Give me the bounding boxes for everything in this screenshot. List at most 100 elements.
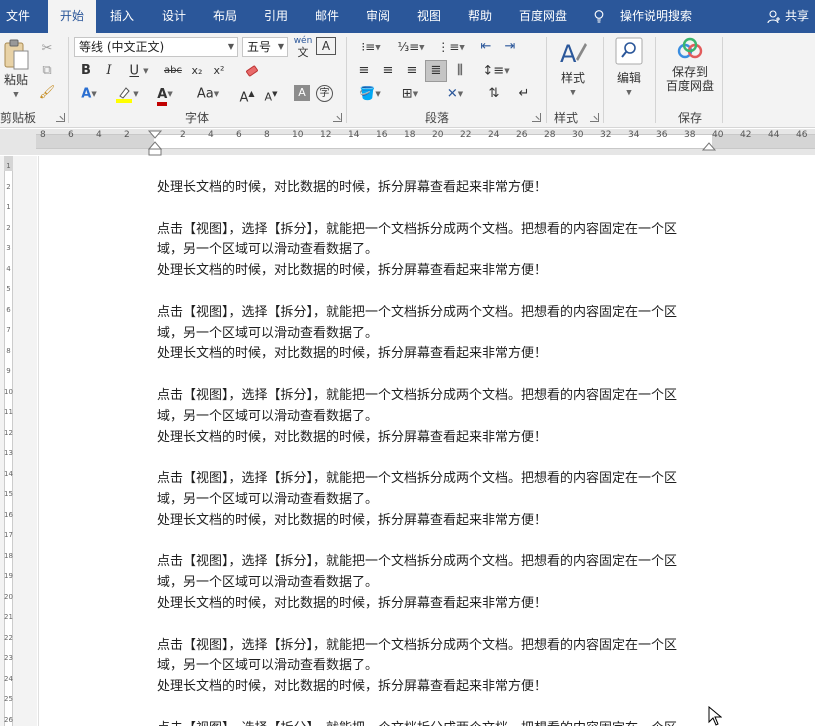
borders-button[interactable]: ⊞▼ bbox=[394, 84, 426, 104]
editing-button-label: 编辑 bbox=[616, 71, 641, 85]
underline-button[interactable]: U ▼ bbox=[124, 61, 154, 81]
tab-baidu-netdisk[interactable]: 百度网盘 bbox=[512, 0, 574, 33]
align-center-button[interactable]: ≡ bbox=[378, 61, 398, 81]
ruler-tick-label: 8 bbox=[264, 130, 270, 140]
group-divider bbox=[68, 37, 69, 123]
text-effects-button[interactable]: A▼ bbox=[76, 84, 102, 104]
grow-font-button[interactable]: A▲ bbox=[238, 84, 256, 105]
first-line-indent-marker[interactable] bbox=[148, 130, 162, 156]
document-line[interactable]: 域，另一个区域可以滑动查看数据了。 bbox=[157, 323, 378, 344]
shrink-font-button[interactable]: A▼ bbox=[262, 84, 280, 104]
ruler-tick-label: 8 bbox=[40, 130, 46, 140]
justify-button[interactable]: ≣ bbox=[425, 60, 447, 82]
styles-gallery-button[interactable]: A 样式 ▼ bbox=[552, 37, 594, 99]
tab-file[interactable]: 文件 bbox=[0, 0, 36, 33]
font-color-button[interactable]: A▼ bbox=[150, 84, 180, 106]
increase-indent-button[interactable]: ⇥ bbox=[500, 37, 520, 57]
document-line[interactable]: 域，另一个区域可以滑动查看数据了。 bbox=[157, 489, 378, 510]
document-line[interactable]: 处理长文档的时候，对比数据的时候，拆分屏幕查看起来非常方便！ bbox=[157, 343, 547, 364]
format-painter-button[interactable]: 🖌 bbox=[38, 83, 56, 103]
chinese-layout-button[interactable]: ✕▼ bbox=[438, 84, 472, 104]
tab-layout[interactable]: 布局 bbox=[203, 0, 247, 33]
numbering-button[interactable]: ⅓≡▼ bbox=[394, 37, 428, 57]
vertical-ruler-tick-label: 19 bbox=[4, 572, 13, 580]
tab-home[interactable]: 开始 bbox=[48, 0, 96, 33]
document-line[interactable]: 点击【视图】，选择【拆分】，就能把一个文档拆分成两个文档。把想看的内容固定在一个… bbox=[157, 219, 677, 240]
document-line[interactable]: 点击【视图】，选择【拆分】，就能把一个文档拆分成两个文档。把想看的内容固定在一个… bbox=[157, 468, 677, 489]
styles-launcher-icon[interactable] bbox=[590, 113, 599, 122]
line-spacing-button[interactable]: ↕≡▼ bbox=[480, 61, 512, 81]
chevron-down-icon: ▼ bbox=[167, 90, 173, 98]
sort-button[interactable]: ⇅ bbox=[484, 84, 504, 104]
document-line[interactable]: 处理长文档的时候，对比数据的时候，拆分屏幕查看起来非常方便！ bbox=[157, 676, 547, 697]
ruler-tick-label: 6 bbox=[68, 130, 74, 140]
paragraph-launcher-icon[interactable] bbox=[532, 113, 541, 122]
vertical-ruler-tick-label: 18 bbox=[4, 551, 13, 560]
tab-insert[interactable]: 插入 bbox=[100, 0, 144, 33]
tab-view[interactable]: 视图 bbox=[407, 0, 451, 33]
document-line[interactable]: 处理长文档的时候，对比数据的时候，拆分屏幕查看起来非常方便！ bbox=[157, 427, 547, 448]
font-name-dropdown[interactable]: 等线 (中文正文) ▼ bbox=[74, 37, 238, 57]
phonetic-guide-button[interactable]: wén 文 bbox=[292, 36, 314, 58]
enclose-characters-button[interactable]: 字 bbox=[316, 85, 333, 102]
tab-help[interactable]: 帮助 bbox=[458, 0, 502, 33]
show-marks-button[interactable]: ↵ bbox=[514, 84, 534, 104]
tab-design[interactable]: 设计 bbox=[152, 0, 196, 33]
bold-button[interactable]: B bbox=[78, 61, 94, 81]
paste-button[interactable]: 粘贴 ▼ bbox=[0, 37, 32, 99]
document-line[interactable]: 域，另一个区域可以滑动查看数据了。 bbox=[157, 572, 378, 593]
distributed-button[interactable]: ⫼ bbox=[450, 61, 470, 81]
subscript-label: x₂ bbox=[191, 64, 203, 77]
character-border-button[interactable]: A bbox=[316, 37, 336, 55]
document-line[interactable]: 点击【视图】，选择【拆分】，就能把一个文档拆分成两个文档。把想看的内容固定在一个… bbox=[157, 718, 677, 726]
vertical-ruler[interactable]: 1 2 1 2 3 4 5 6 7 8 9 10 11 12 13 14 15 16 17 18 19 20 21 22 23 2… bbox=[0, 156, 37, 726]
document-line[interactable]: 处理长文档的时候，对比数据的时候，拆分屏幕查看起来非常方便！ bbox=[157, 260, 547, 281]
right-indent-marker[interactable] bbox=[702, 138, 716, 152]
document-line[interactable]: 点击【视图】，选择【拆分】，就能把一个文档拆分成两个文档。把想看的内容固定在一个… bbox=[157, 302, 677, 323]
document-line[interactable]: 处理长文档的时候，对比数据的时候，拆分屏幕查看起来非常方便！ bbox=[157, 177, 547, 198]
character-shading-button[interactable]: A bbox=[294, 85, 310, 101]
vertical-ruler-tick-label: 20 bbox=[4, 592, 13, 601]
document-line[interactable]: 域，另一个区域可以滑动查看数据了。 bbox=[157, 406, 378, 427]
strikethrough-button[interactable]: abc bbox=[160, 61, 186, 81]
superscript-button[interactable]: x² bbox=[210, 61, 228, 81]
font-launcher-icon[interactable] bbox=[333, 113, 342, 122]
tab-references[interactable]: 引用 bbox=[254, 0, 298, 33]
change-case-button[interactable]: Aa▼ bbox=[192, 84, 224, 104]
ruler-tick-label: 42 bbox=[740, 130, 752, 140]
svg-text:A: A bbox=[560, 40, 577, 67]
font-size-dropdown[interactable]: 五号 ▼ bbox=[242, 37, 288, 57]
tab-mailings[interactable]: 邮件 bbox=[305, 0, 349, 33]
clipboard-launcher-icon[interactable] bbox=[56, 113, 65, 122]
shading-button[interactable]: 🪣▼ bbox=[354, 84, 386, 104]
editing-button[interactable]: 编辑 ▼ bbox=[608, 37, 650, 99]
borders-icon: ⊞ bbox=[401, 86, 413, 102]
share-button[interactable]: 共享 bbox=[767, 0, 815, 33]
document-line[interactable]: 域，另一个区域可以滑动查看数据了。 bbox=[157, 239, 378, 260]
cut-button[interactable]: ✂ bbox=[38, 39, 56, 59]
save-button-line2: 百度网盘 bbox=[665, 79, 714, 93]
scissors-icon: ✂ bbox=[41, 41, 53, 56]
decrease-indent-button[interactable]: ⇤ bbox=[476, 37, 496, 57]
align-left-button[interactable]: ≡ bbox=[354, 61, 374, 81]
multilevel-list-button[interactable]: ⋮≡▼ bbox=[434, 37, 468, 57]
document-line[interactable]: 域，另一个区域可以滑动查看数据了。 bbox=[157, 655, 378, 676]
subscript-button[interactable]: x₂ bbox=[188, 61, 206, 81]
vertical-ruler-tick-label: 2 bbox=[6, 182, 11, 191]
tab-review[interactable]: 审阅 bbox=[356, 0, 400, 33]
save-to-baidu-button[interactable]: 保存到 百度网盘 bbox=[660, 37, 720, 101]
clear-formatting-button[interactable] bbox=[242, 61, 262, 81]
bullets-button[interactable]: ⁝≡▼ bbox=[354, 37, 388, 57]
save-button-line1: 保存到 bbox=[671, 65, 708, 79]
align-right-button[interactable]: ≡ bbox=[402, 61, 422, 81]
ruler-tick-label: 36 bbox=[656, 130, 668, 140]
vertical-ruler-tick-label: 21 bbox=[4, 613, 13, 621]
document-line[interactable]: 处理长文档的时候，对比数据的时候，拆分屏幕查看起来非常方便！ bbox=[157, 593, 547, 614]
copy-button[interactable]: ⧉ bbox=[38, 61, 56, 81]
document-line[interactable]: 点击【视图】，选择【拆分】，就能把一个文档拆分成两个文档。把想看的内容固定在一个… bbox=[157, 385, 677, 406]
highlight-color-button[interactable]: ▼ bbox=[112, 84, 142, 104]
document-line[interactable]: 点击【视图】，选择【拆分】，就能把一个文档拆分成两个文档。把想看的内容固定在一个… bbox=[157, 551, 677, 572]
document-line[interactable]: 处理长文档的时候，对比数据的时候，拆分屏幕查看起来非常方便！ bbox=[157, 510, 547, 531]
italic-button[interactable]: I bbox=[101, 61, 117, 81]
document-line[interactable]: 点击【视图】，选择【拆分】，就能把一个文档拆分成两个文档。把想看的内容固定在一个… bbox=[157, 635, 677, 656]
